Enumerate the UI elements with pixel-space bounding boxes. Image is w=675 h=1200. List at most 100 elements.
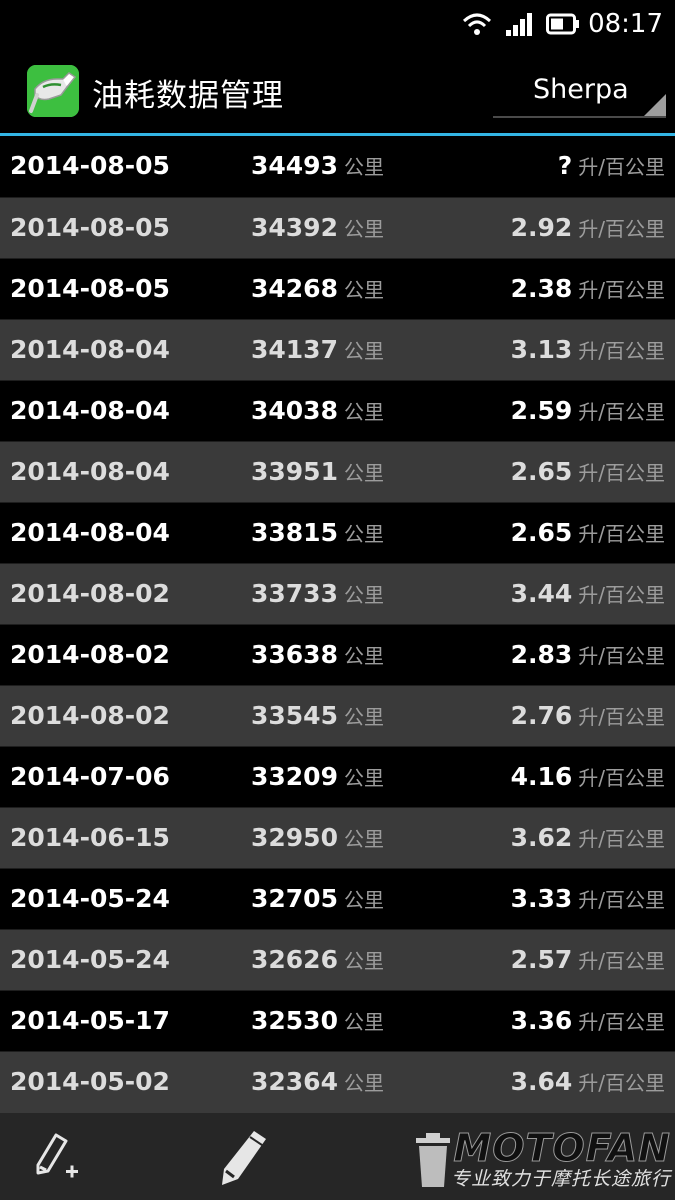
record-odometer: 32950 公里 (251, 823, 384, 852)
record-date: 2014-08-04 (10, 518, 170, 547)
distance-unit: 公里 (343, 461, 384, 485)
status-bar: 08:17 (0, 0, 675, 48)
consumption-value: 2.38 (510, 274, 573, 303)
distance-unit: 公里 (343, 644, 384, 668)
distance-unit: 公里 (343, 278, 384, 302)
consumption-value: 3.33 (510, 884, 573, 913)
record-date: 2014-08-04 (10, 335, 170, 364)
consumption-unit: 升/百公里 (578, 217, 665, 241)
consumption-value: 3.36 (510, 1006, 573, 1035)
record-odometer: 32364 公里 (251, 1067, 384, 1096)
fuel-pump-icon[interactable] (27, 65, 79, 117)
dropdown-corner-icon (644, 94, 666, 116)
record-consumption: ? 升/百公里 (558, 151, 665, 180)
signal-icon (504, 12, 534, 36)
record-odometer: 34392 公里 (251, 213, 384, 242)
consumption-unit: 升/百公里 (578, 1071, 665, 1095)
consumption-value: 3.44 (510, 579, 573, 608)
consumption-unit: 升/百公里 (578, 827, 665, 851)
record-date: 2014-08-05 (10, 213, 170, 242)
consumption-unit: 升/百公里 (578, 949, 665, 973)
consumption-value: ? (557, 151, 573, 180)
table-row[interactable]: 2014-05-02 32364 公里 3.64 升/百公里 (0, 1051, 675, 1112)
odometer-value: 33951 (251, 457, 338, 486)
record-odometer: 34493 公里 (251, 151, 384, 180)
distance-unit: 公里 (343, 217, 384, 241)
record-date: 2014-07-06 (10, 762, 170, 791)
consumption-unit: 升/百公里 (578, 155, 665, 179)
record-date: 2014-08-05 (10, 274, 170, 303)
table-row[interactable]: 2014-08-04 34038 公里 2.59 升/百公里 (0, 380, 675, 441)
consumption-value: 2.59 (510, 396, 573, 425)
distance-unit: 公里 (343, 888, 384, 912)
wifi-icon (462, 12, 492, 36)
consumption-unit: 升/百公里 (578, 522, 665, 546)
distance-unit: 公里 (343, 339, 384, 363)
record-date: 2014-05-02 (10, 1067, 170, 1096)
table-row[interactable]: 2014-05-24 32626 公里 2.57 升/百公里 (0, 929, 675, 990)
odometer-value: 32364 (251, 1067, 338, 1096)
distance-unit: 公里 (343, 522, 384, 546)
table-row[interactable]: 2014-05-17 32530 公里 3.36 升/百公里 (0, 990, 675, 1051)
record-consumption: 3.33 升/百公里 (511, 884, 665, 913)
record-odometer: 33638 公里 (251, 640, 384, 669)
bottom-action-bar: MOTOFAN 专业致力于摩托长途旅行 (0, 1112, 675, 1200)
odometer-value: 33815 (251, 518, 338, 547)
odometer-value: 34137 (251, 335, 338, 364)
record-odometer: 33951 公里 (251, 457, 384, 486)
edit-record-button[interactable] (216, 1127, 276, 1187)
table-row[interactable]: 2014-08-04 33951 公里 2.65 升/百公里 (0, 441, 675, 502)
table-row[interactable]: 2014-07-06 33209 公里 4.16 升/百公里 (0, 746, 675, 807)
odometer-value: 34268 (251, 274, 338, 303)
vehicle-selector[interactable]: Sherpa (493, 64, 666, 118)
table-row[interactable]: 2014-08-05 34392 公里 2.92 升/百公里 (0, 197, 675, 258)
table-row[interactable]: 2014-05-24 32705 公里 3.33 升/百公里 (0, 868, 675, 929)
consumption-value: 2.57 (510, 945, 573, 974)
odometer-value: 34038 (251, 396, 338, 425)
odometer-value: 33209 (251, 762, 338, 791)
record-consumption: 2.76 升/百公里 (511, 701, 665, 730)
record-consumption: 3.62 升/百公里 (511, 823, 665, 852)
consumption-value: 2.65 (510, 518, 573, 547)
record-consumption: 2.92 升/百公里 (511, 213, 665, 242)
consumption-unit: 升/百公里 (578, 766, 665, 790)
fuel-record-list[interactable]: 2014-08-05 34493 公里 ? 升/百公里 2014-08-05 343… (0, 136, 675, 1112)
record-date: 2014-05-24 (10, 945, 170, 974)
watermark-brand: MOTOFAN (453, 1126, 671, 1170)
record-date: 2014-08-02 (10, 640, 170, 669)
consumption-value: 2.83 (510, 640, 573, 669)
record-consumption: 3.13 升/百公里 (511, 335, 665, 364)
record-odometer: 33733 公里 (251, 579, 384, 608)
table-row[interactable]: 2014-08-05 34268 公里 2.38 升/百公里 (0, 258, 675, 319)
record-consumption: 2.38 升/百公里 (511, 274, 665, 303)
table-row[interactable]: 2014-08-02 33733 公里 3.44 升/百公里 (0, 563, 675, 624)
odometer-value: 32626 (251, 945, 338, 974)
consumption-value: 2.65 (510, 457, 573, 486)
odometer-value: 32530 (251, 1006, 338, 1035)
table-row[interactable]: 2014-06-15 32950 公里 3.62 升/百公里 (0, 807, 675, 868)
table-row[interactable]: 2014-08-04 34137 公里 3.13 升/百公里 (0, 319, 675, 380)
distance-unit: 公里 (343, 400, 384, 424)
consumption-unit: 升/百公里 (578, 705, 665, 729)
table-row[interactable]: 2014-08-05 34493 公里 ? 升/百公里 (0, 136, 675, 197)
battery-icon (546, 13, 580, 35)
record-consumption: 3.44 升/百公里 (511, 579, 665, 608)
table-row[interactable]: 2014-08-02 33638 公里 2.83 升/百公里 (0, 624, 675, 685)
distance-unit: 公里 (343, 583, 384, 607)
odometer-value: 33733 (251, 579, 338, 608)
table-row[interactable]: 2014-08-02 33545 公里 2.76 升/百公里 (0, 685, 675, 746)
record-odometer: 33815 公里 (251, 518, 384, 547)
consumption-unit: 升/百公里 (578, 888, 665, 912)
consumption-value: 2.76 (510, 701, 573, 730)
consumption-value: 2.92 (510, 213, 573, 242)
add-record-button[interactable] (30, 1127, 90, 1187)
consumption-unit: 升/百公里 (578, 1010, 665, 1034)
record-odometer: 33545 公里 (251, 701, 384, 730)
odometer-value: 32950 (251, 823, 338, 852)
odometer-value: 33638 (251, 640, 338, 669)
distance-unit: 公里 (343, 766, 384, 790)
record-odometer: 32626 公里 (251, 945, 384, 974)
table-row[interactable]: 2014-08-04 33815 公里 2.65 升/百公里 (0, 502, 675, 563)
record-odometer: 33209 公里 (251, 762, 384, 791)
record-odometer: 32705 公里 (251, 884, 384, 913)
